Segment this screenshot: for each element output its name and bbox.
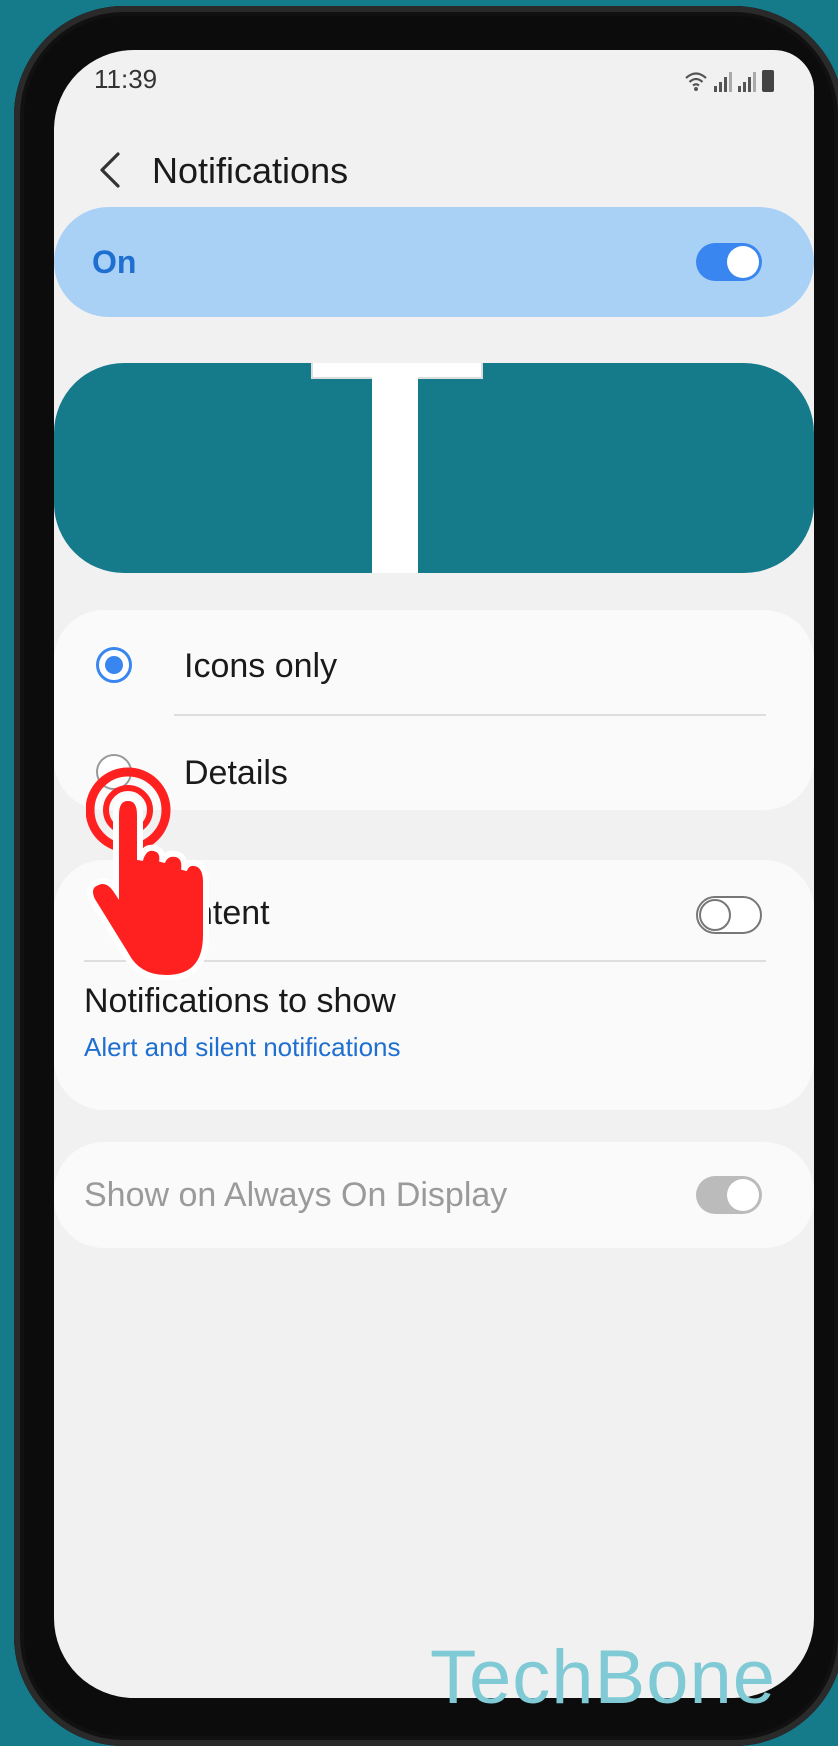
signal-icon [714, 70, 732, 92]
notifications-to-show-value: Alert and silent notifications [84, 1032, 401, 1062]
notifications-to-show-label: Notifications to show [84, 982, 396, 1020]
preview-phone-body [372, 363, 418, 573]
divider [174, 714, 766, 716]
always-on-display-switch[interactable] [696, 1176, 762, 1214]
wifi-icon [685, 72, 707, 91]
status-icons [684, 64, 774, 92]
hide-content-switch[interactable] [696, 896, 762, 934]
page-title: Notifications [152, 150, 349, 191]
status-bar: 11:39 [94, 56, 774, 106]
tap-pointer-hand-icon [86, 767, 209, 980]
status-time: 11:39 [94, 64, 158, 94]
radio-icons-only[interactable] [96, 647, 132, 683]
battery-icon [762, 70, 774, 92]
always-on-display-card[interactable]: Show on Always On Display [54, 1142, 814, 1248]
radio-row-icons-only[interactable]: Icons only [54, 615, 814, 715]
notification-style-preview [54, 363, 814, 573]
master-toggle-label: On [92, 244, 137, 280]
master-toggle-card[interactable]: On [54, 207, 814, 317]
signal-icon [738, 70, 756, 92]
chevron-left-icon[interactable] [92, 148, 132, 192]
watermark: TechBone [430, 1635, 777, 1720]
notifications-to-show-row[interactable]: Notifications to show Alert and silent n… [54, 962, 814, 1102]
always-on-display-label: Show on Always On Display [84, 1176, 508, 1214]
master-toggle-switch[interactable] [696, 243, 762, 281]
app-bar: Notifications [54, 120, 814, 220]
radio-label-icons-only: Icons only [184, 647, 338, 685]
